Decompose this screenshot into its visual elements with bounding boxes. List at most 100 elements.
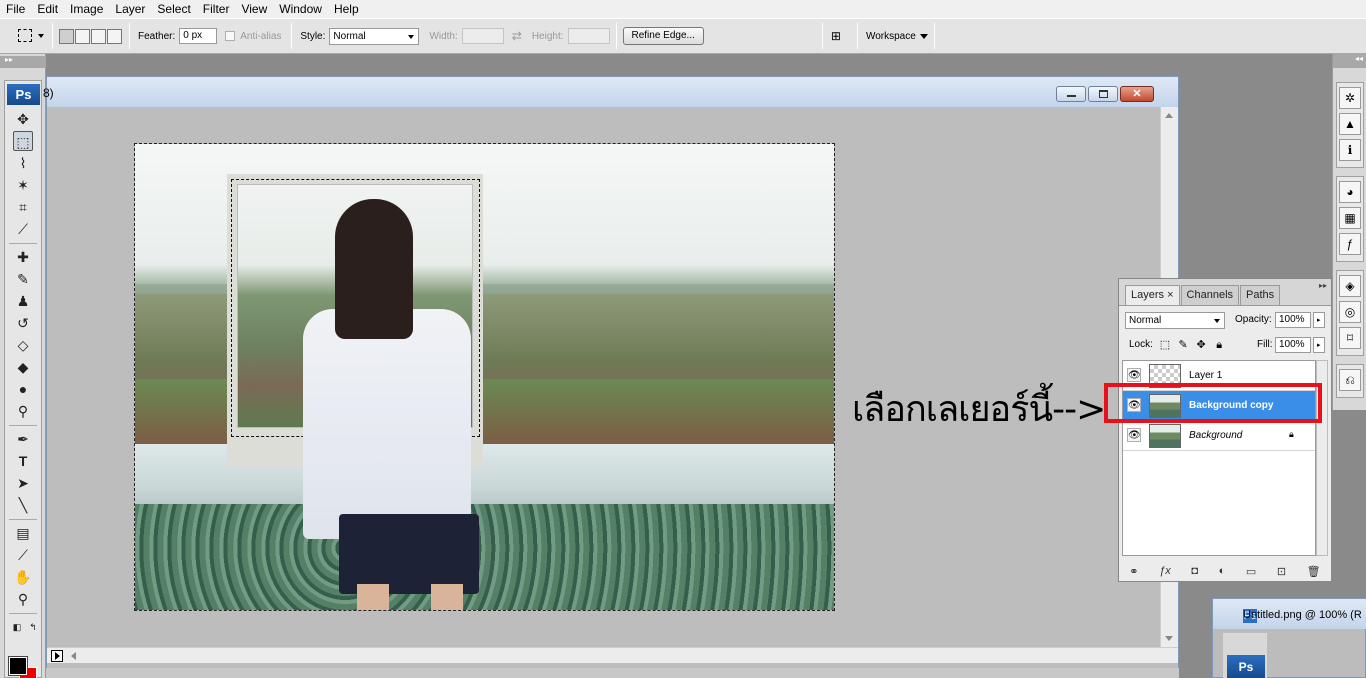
photoshop-logo: Ps [1227, 655, 1265, 678]
maximize-button[interactable] [1088, 86, 1118, 102]
color-icon[interactable]: ◕ [1339, 181, 1361, 203]
foreground-color-swatch[interactable] [8, 656, 28, 676]
opacity-slider-button[interactable]: ▸ [1313, 312, 1325, 328]
swap-icon[interactable]: ⇄ [512, 29, 522, 43]
add-selection-button[interactable] [75, 28, 90, 44]
play-icon[interactable] [51, 650, 63, 662]
layer-style-icon[interactable]: ƒx [1159, 565, 1171, 577]
workspace-button[interactable]: Workspace [866, 31, 916, 42]
visibility-eye-icon[interactable]: 👁︎ [1127, 428, 1141, 442]
fill-input[interactable]: 100% [1275, 337, 1311, 353]
scroll-left-icon[interactable] [71, 652, 76, 660]
document-title: 8) [43, 86, 54, 100]
new-group-icon[interactable]: ▭ [1246, 565, 1256, 578]
tab-layers[interactable]: Layers × [1125, 285, 1180, 305]
tab-paths[interactable]: Paths [1240, 285, 1281, 305]
hand-tool-icon[interactable]: ✋ [13, 567, 33, 587]
new-selection-button[interactable] [59, 28, 74, 44]
menu-window[interactable]: Window [273, 0, 328, 18]
panel-grip[interactable]: ◂◂ [1333, 54, 1366, 68]
channels-icon[interactable]: ◎ [1339, 301, 1361, 323]
crop-tool-icon[interactable]: ⌗ [13, 197, 33, 217]
menu-select[interactable]: Select [151, 0, 196, 18]
highlight-box [1104, 383, 1322, 423]
eyedropper-tool-icon[interactable]: ⟋ [13, 545, 33, 565]
menu-layer[interactable]: Layer [109, 0, 151, 18]
visibility-eye-icon[interactable]: 👁︎ [1127, 368, 1141, 382]
trash-icon[interactable]: 🗑︎ [1307, 565, 1321, 578]
info-icon[interactable]: ℹ [1339, 139, 1361, 161]
healing-brush-tool-icon[interactable]: ✚ [13, 247, 33, 267]
photo-canvas[interactable] [134, 143, 835, 611]
zoom-tool-icon[interactable]: ⚲ [13, 589, 33, 609]
lasso-tool-icon[interactable]: ⌇ [13, 153, 33, 173]
paint-bucket-tool-icon[interactable]: ◆ [13, 357, 33, 377]
layer-mask-icon[interactable]: ◘ [1191, 565, 1198, 577]
layers-icon[interactable]: ◈ [1339, 275, 1361, 297]
panel-grip[interactable]: ▸▸ [0, 55, 46, 68]
scroll-down-icon[interactable] [1165, 636, 1173, 641]
slice-tool-icon[interactable]: ⟋ [13, 219, 33, 239]
second-document-title-bar[interactable]: Ps Untitled.png @ 100% (R [1213, 599, 1366, 629]
lock-transparent-icon[interactable]: ⬚ [1159, 339, 1171, 351]
document-title-bar[interactable]: 8) ✕ [43, 77, 1178, 107]
navigator-icon[interactable]: ✲ [1339, 87, 1361, 109]
marquee-preset-picker[interactable] [10, 26, 46, 46]
fill-slider-button[interactable]: ▸ [1313, 337, 1325, 353]
refine-edge-button[interactable]: Refine Edge... [622, 27, 704, 45]
lock-image-icon[interactable]: ✎ [1177, 339, 1189, 351]
marquee-icon [18, 29, 32, 42]
eraser-tool-icon[interactable]: ◇ [13, 335, 33, 355]
intersect-selection-button[interactable] [107, 28, 122, 44]
width-input[interactable] [461, 28, 504, 44]
path-selection-tool-icon[interactable]: ➤ [13, 473, 33, 493]
swatches-icon[interactable]: ▦ [1339, 207, 1361, 229]
magic-wand-tool-icon[interactable]: ✶ [13, 175, 33, 195]
styles-icon[interactable]: ƒ [1339, 233, 1361, 255]
clone-stamp-tool-icon[interactable]: ♟ [13, 291, 33, 311]
new-layer-icon[interactable]: ⊡ [1277, 565, 1286, 578]
minimize-button[interactable] [1056, 86, 1086, 102]
line-tool-icon[interactable]: ╲ [13, 495, 33, 515]
dodge-tool-icon[interactable]: ⚲ [13, 401, 33, 421]
menu-file[interactable]: File [0, 0, 31, 18]
subtract-selection-button[interactable] [91, 28, 106, 44]
style-label: Style: [300, 30, 326, 42]
menu-help[interactable]: Help [328, 0, 365, 18]
tab-channels[interactable]: Channels [1180, 285, 1240, 305]
figure-leg [357, 584, 389, 610]
history-icon[interactable]: ⎌ [1339, 369, 1361, 391]
histogram-icon[interactable]: ▲ [1339, 113, 1361, 135]
move-tool-icon[interactable]: ✥ [13, 109, 33, 129]
paths-icon[interactable]: ⌑ [1339, 327, 1361, 349]
blend-mode-select[interactable]: Normal [1125, 312, 1225, 329]
feather-input[interactable]: 0 px [179, 28, 218, 44]
lock-position-icon[interactable]: ✥ [1195, 339, 1207, 351]
link-layers-icon[interactable]: ⚭ [1129, 565, 1138, 578]
menu-filter[interactable]: Filter [197, 0, 236, 18]
type-tool-icon[interactable]: T [13, 451, 33, 471]
notes-tool-icon[interactable]: ▤ [13, 523, 33, 543]
swap-colors-icon[interactable]: ↰ [23, 617, 43, 637]
history-brush-tool-icon[interactable]: ↺ [13, 313, 33, 333]
marquee-tool-icon[interactable]: ⬚ [13, 131, 33, 151]
close-button[interactable]: ✕ [1120, 86, 1154, 102]
pen-tool-icon[interactable]: ✒ [13, 429, 33, 449]
brush-tool-icon[interactable]: ✎ [13, 269, 33, 289]
style-select[interactable]: Normal [329, 27, 420, 45]
scroll-up-icon[interactable] [1165, 113, 1173, 118]
close-icon[interactable]: × [1167, 289, 1173, 301]
opacity-input[interactable]: 100% [1275, 312, 1311, 328]
menu-view[interactable]: View [235, 0, 273, 18]
antialias-checkbox[interactable] [225, 31, 236, 41]
layer-row-background[interactable]: 👁︎ Background 🔒︎ [1123, 421, 1315, 451]
horizontal-scrollbar[interactable] [47, 647, 1178, 663]
menu-image[interactable]: Image [64, 0, 109, 18]
menu-edit[interactable]: Edit [31, 0, 64, 18]
lock-all-icon[interactable]: 🔒︎ [1213, 339, 1225, 351]
adjustment-layer-icon[interactable]: ◐ [1219, 565, 1226, 577]
height-input[interactable] [567, 28, 610, 44]
collapse-icon: ◂◂ [1354, 54, 1363, 63]
blur-tool-icon[interactable]: ● [13, 379, 33, 399]
bridge-icon[interactable]: ⊞ [831, 29, 841, 43]
